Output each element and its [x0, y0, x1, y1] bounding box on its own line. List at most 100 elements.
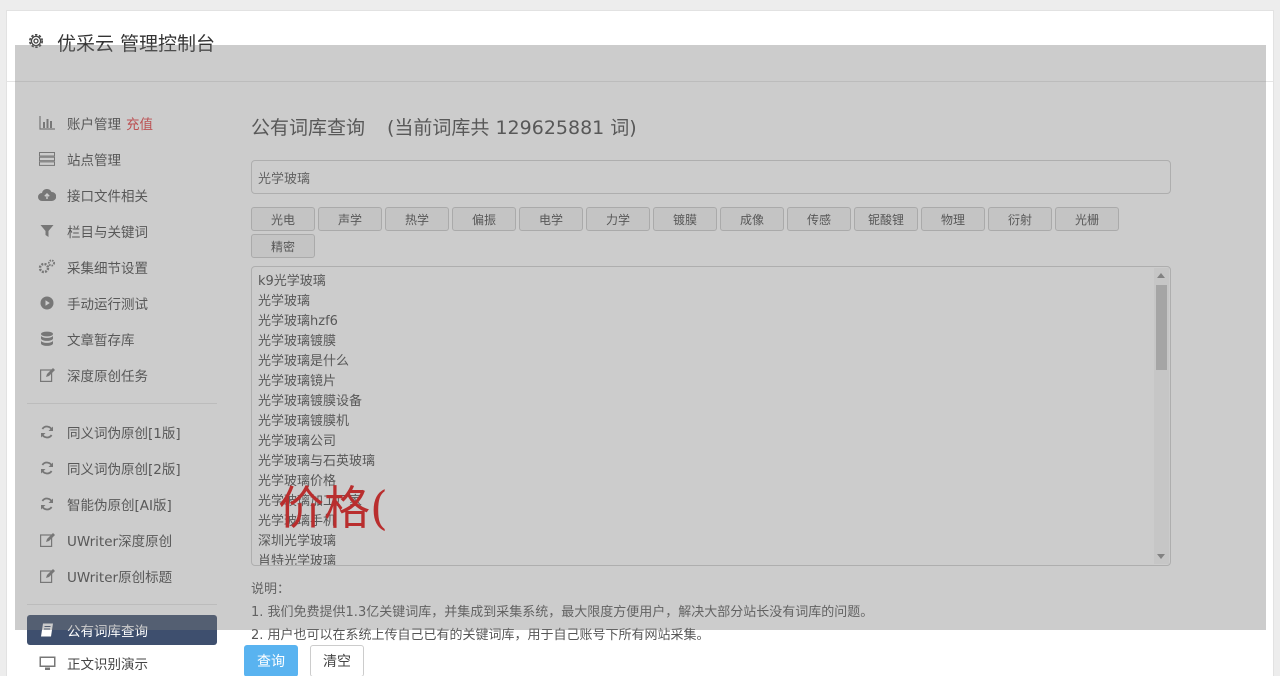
sidebar-item-text-recognition[interactable]: 正文识别演示	[27, 645, 217, 676]
tag-button[interactable]: 镀膜	[653, 207, 717, 231]
list-item[interactable]: 光学玻璃镀膜	[258, 332, 1164, 352]
sidebar-item-label: 采集细节设置	[67, 261, 148, 277]
keyword-results-list[interactable]: k9光学玻璃 光学玻璃 光学玻璃hzf6 光学玻璃镀膜 光学玻璃是什么 光学玻璃…	[251, 266, 1171, 566]
sidebar-item-label: 文章暂存库	[67, 333, 135, 349]
notes-line-2: 2. 用户也可以在系统上传自己已有的关键词库，用于自己账号下所有网站采集。	[251, 628, 710, 643]
sidebar-item-label: 智能伪原创[AI版]	[67, 498, 172, 514]
sidebar-item-uwriter-title[interactable]: UWriter原创标题	[27, 558, 217, 594]
sidebar-item-public-lexicon[interactable]: 公有词库查询	[27, 615, 217, 645]
sidebar-item-label: 站点管理	[67, 153, 121, 169]
lexicon-count: (当前词库共 129625881 词)	[387, 117, 637, 139]
sidebar-item-label: UWriter原创标题	[67, 570, 173, 586]
form-actions: 查询 清空	[244, 645, 364, 676]
list-item[interactable]: 肖特光学玻璃	[258, 552, 1164, 565]
refresh-icon	[38, 496, 56, 512]
list-item[interactable]: 光学玻璃镀膜机	[258, 412, 1164, 432]
tag-button[interactable]: 力学	[586, 207, 650, 231]
edit-icon	[38, 367, 56, 383]
list-item[interactable]: 光学玻璃	[258, 292, 1164, 312]
book-icon	[38, 622, 56, 638]
gear-icon	[29, 34, 43, 48]
sidebar-item-label: 同义词伪原创[1版]	[67, 426, 181, 442]
tag-button[interactable]: 物理	[921, 207, 985, 231]
sidebar-item-label: 深度原创任务	[67, 369, 148, 385]
list-item[interactable]: k9光学玻璃	[258, 272, 1164, 292]
tag-button[interactable]: 传感	[787, 207, 851, 231]
query-button[interactable]: 查询	[244, 645, 298, 676]
sidebar-item-account[interactable]: 账户管理 充值	[27, 105, 217, 141]
clear-button[interactable]: 清空	[310, 645, 364, 676]
tag-button[interactable]: 偏振	[452, 207, 516, 231]
tag-button[interactable]: 声学	[318, 207, 382, 231]
list-item[interactable]: 深圳光学玻璃	[258, 532, 1164, 552]
sidebar-item-label: 同义词伪原创[2版]	[67, 462, 181, 478]
tag-button[interactable]: 光栅	[1055, 207, 1119, 231]
refresh-icon	[38, 424, 56, 440]
scrollbar-thumb[interactable]	[1156, 285, 1167, 370]
sidebar-item-smart-ai[interactable]: 智能伪原创[AI版]	[27, 486, 217, 522]
sidebar-item-label: UWriter深度原创	[67, 534, 173, 550]
sidebar: 账户管理 充值 站点管理 接口文件相关 栏目与关键词 采集细节设置 手动运行测试…	[27, 105, 217, 676]
page-title: 公有词库查询 (当前词库共 129625881 词)	[251, 113, 1171, 140]
keyword-search-input[interactable]	[251, 160, 1171, 194]
sidebar-item-label: 栏目与关键词	[67, 225, 148, 241]
sidebar-item-manual-run[interactable]: 手动运行测试	[27, 285, 217, 321]
sidebar-item-interface-files[interactable]: 接口文件相关	[27, 177, 217, 213]
page-title-text: 公有词库查询	[251, 117, 366, 139]
list-scrollbar[interactable]	[1154, 268, 1169, 564]
sidebar-item-label: 公有词库查询	[67, 624, 148, 640]
tag-button[interactable]: 衍射	[988, 207, 1052, 231]
filter-icon	[38, 223, 56, 239]
list-item[interactable]: 光学玻璃加工厂家	[258, 492, 1164, 512]
edit-icon	[38, 568, 56, 584]
tag-button[interactable]: 铌酸锂	[854, 207, 918, 231]
sidebar-item-label: 接口文件相关	[67, 189, 148, 205]
sidebar-item-synonym-v2[interactable]: 同义词伪原创[2版]	[27, 450, 217, 486]
cogs-icon	[38, 259, 56, 275]
edit-icon	[38, 532, 56, 548]
main-content: 公有词库查询 (当前词库共 129625881 词) 光电 声学 热学 偏振 电学…	[251, 111, 1171, 647]
list-item[interactable]: 光学玻璃价格	[258, 472, 1164, 492]
database-icon	[38, 331, 56, 347]
server-icon	[38, 151, 56, 167]
tag-list: 光电 声学 热学 偏振 电学 力学 镀膜 成像 传感 铌酸锂 物理 衍射 光栅 …	[251, 207, 1131, 258]
tag-button[interactable]: 光电	[251, 207, 315, 231]
notes-title: 说明：	[251, 582, 291, 597]
tag-button[interactable]: 精密	[251, 234, 315, 258]
header: 优采云 管理控制台	[7, 11, 1273, 82]
list-item[interactable]: 光学玻璃镜片	[258, 372, 1164, 392]
sidebar-item-columns-keywords[interactable]: 栏目与关键词	[27, 213, 217, 249]
refresh-icon	[38, 460, 56, 476]
list-item[interactable]: 光学玻璃手机	[258, 512, 1164, 532]
tag-button[interactable]: 电学	[519, 207, 583, 231]
notes-line-1: 1. 我们免费提供1.3亿关键词库，并集成到采集系统，最大限度方便用户，解决大部…	[251, 605, 874, 620]
sidebar-divider	[27, 403, 217, 404]
tag-button[interactable]: 成像	[720, 207, 784, 231]
list-item[interactable]: 光学玻璃hzf6	[258, 312, 1164, 332]
scroll-up-arrow-icon[interactable]	[1157, 273, 1165, 278]
sidebar-divider	[27, 604, 217, 605]
sidebar-item-label: 账户管理	[67, 117, 121, 133]
sidebar-item-sites[interactable]: 站点管理	[27, 141, 217, 177]
tag-button[interactable]: 热学	[385, 207, 449, 231]
overlay-annotation-text: 价格(	[278, 481, 388, 535]
recharge-link[interactable]: 充值	[126, 113, 153, 133]
scroll-down-arrow-icon[interactable]	[1157, 554, 1165, 559]
play-circle-icon	[38, 295, 56, 311]
bar-chart-icon	[38, 115, 56, 131]
sidebar-item-uwriter-deep[interactable]: UWriter深度原创	[27, 522, 217, 558]
list-item[interactable]: 光学玻璃公司	[258, 432, 1164, 452]
sidebar-item-collect-settings[interactable]: 采集细节设置	[27, 249, 217, 285]
console-panel: 优采云 管理控制台 账户管理 充值 站点管理 接口文件相关 栏目与关键词 采集细…	[6, 10, 1274, 676]
sidebar-item-synonym-v1[interactable]: 同义词伪原创[1版]	[27, 414, 217, 450]
sidebar-item-label: 正文识别演示	[67, 657, 148, 673]
list-item[interactable]: 光学玻璃镀膜设备	[258, 392, 1164, 412]
list-item[interactable]: 光学玻璃与石英玻璃	[258, 452, 1164, 472]
app-title: 优采云 管理控制台	[57, 33, 216, 55]
sidebar-item-label: 手动运行测试	[67, 297, 148, 313]
sidebar-item-deep-original[interactable]: 深度原创任务	[27, 357, 217, 393]
cloud-upload-icon	[38, 187, 56, 203]
sidebar-item-article-store[interactable]: 文章暂存库	[27, 321, 217, 357]
notes: 说明： 1. 我们免费提供1.3亿关键词库，并集成到采集系统，最大限度方便用户，…	[251, 578, 1171, 647]
list-item[interactable]: 光学玻璃是什么	[258, 352, 1164, 372]
